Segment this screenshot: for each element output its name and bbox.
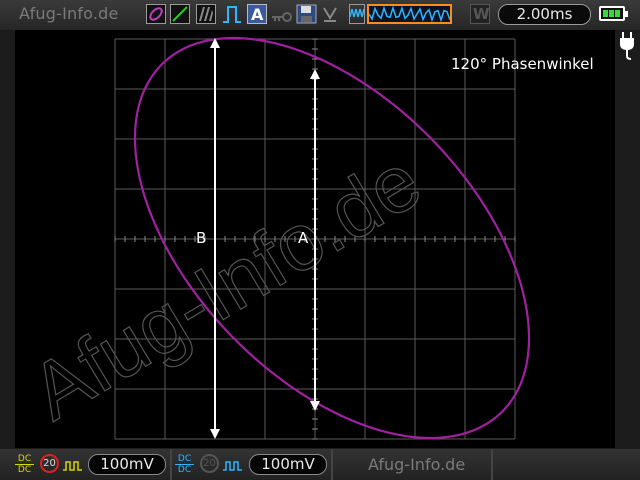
w-icon[interactable]: W bbox=[470, 4, 490, 24]
phase-angle-label: 120° Phasenwinkel bbox=[451, 55, 594, 73]
divider bbox=[170, 449, 172, 480]
battery-icon bbox=[599, 6, 628, 21]
marker-a-label: A bbox=[298, 229, 309, 247]
marker-b-label: B bbox=[196, 229, 207, 247]
ch2-coupling[interactable]: DC DC bbox=[175, 454, 194, 475]
bottom-bar: DC DC 20 100mV DC DC 20 100mV Afug-Info.… bbox=[0, 449, 640, 480]
divider bbox=[491, 449, 493, 480]
graticule: Afug-Info.de bbox=[15, 36, 531, 440]
xy-mode-icon[interactable] bbox=[146, 4, 166, 24]
ch1-coupling[interactable]: DC DC bbox=[15, 454, 34, 475]
hatch-icon[interactable] bbox=[196, 4, 216, 24]
divider bbox=[331, 449, 333, 480]
ch1-wave-icon bbox=[63, 457, 83, 476]
waveform-small-icon[interactable] bbox=[349, 4, 365, 24]
download-icon[interactable] bbox=[322, 4, 338, 28]
ch2-scale[interactable]: 100mV bbox=[249, 454, 327, 475]
ch1-bw-limit[interactable]: 20 bbox=[40, 454, 59, 473]
brand-label: Afug-Info.de bbox=[19, 4, 119, 23]
key-icon bbox=[272, 8, 292, 27]
waveform-icon[interactable] bbox=[367, 4, 452, 24]
auto-icon[interactable]: A bbox=[247, 4, 267, 24]
footer-brand: Afug-Info.de bbox=[368, 455, 466, 474]
ch2-bw-limit[interactable]: 20 bbox=[200, 454, 219, 473]
top-toolbar: Afug-Info.de A W 2.00ms bbox=[0, 0, 640, 30]
save-icon[interactable] bbox=[296, 4, 318, 28]
ch1-scale[interactable]: 100mV bbox=[88, 454, 166, 475]
line-icon[interactable] bbox=[170, 4, 190, 24]
scope-screen: Afug-Info.de 120° Phasenwinkel B A bbox=[15, 30, 615, 448]
ch2-wave-icon bbox=[223, 457, 243, 476]
plug-icon bbox=[618, 32, 636, 64]
pulse-icon[interactable] bbox=[222, 4, 242, 24]
timebase-readout[interactable]: 2.00ms bbox=[498, 4, 591, 25]
watermark: Afug-Info.de bbox=[16, 136, 435, 437]
